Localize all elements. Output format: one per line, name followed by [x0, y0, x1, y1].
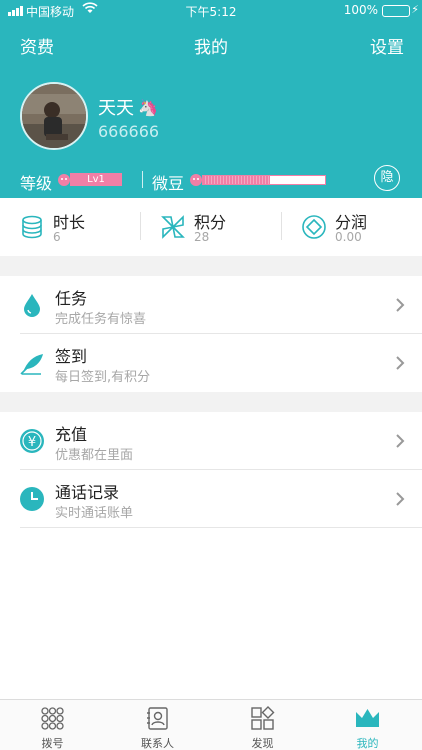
stat-divider — [281, 212, 282, 240]
bean-label: 微豆 — [152, 174, 185, 193]
stat-profit[interactable]: 分润 0.00 — [301, 198, 411, 256]
page-title: 我的 — [194, 38, 228, 58]
tariff-button[interactable]: 资费 — [20, 33, 54, 58]
drop-icon — [19, 292, 45, 318]
menu-item-title: 充值 — [55, 425, 88, 444]
tab-dial[interactable]: 拨号 — [0, 700, 105, 750]
tab-discover[interactable]: 发现 — [210, 700, 315, 750]
stats-row: 时长 6 积分 28 分润 0.00 — [0, 198, 422, 256]
stat-divider — [140, 212, 141, 240]
tab-label: 发现 — [251, 737, 274, 750]
tab-label: 我的 — [356, 737, 379, 750]
crown-icon — [355, 706, 380, 731]
unicorn-icon: 🦄 — [138, 97, 158, 117]
discover-icon — [250, 706, 275, 731]
battery-percent: 100% — [343, 3, 378, 17]
svg-text:¥: ¥ — [28, 435, 36, 450]
level-divider — [142, 171, 143, 188]
menu-item-recharge[interactable]: ¥ 充值 优惠都在里面 — [0, 412, 422, 470]
level-label: 等级 — [20, 174, 53, 193]
dialpad-icon — [40, 706, 65, 731]
menu-item-checkin[interactable]: 签到 每日签到,有积分 — [0, 334, 422, 392]
tab-label: 联系人 — [141, 737, 174, 750]
menu-divider — [20, 527, 422, 528]
menu-item-title: 通话记录 — [55, 483, 120, 502]
profile-header: 中国移动 下午5:12 100% ⚡ 资费 我的 设置 天天 🦄 666666 … — [0, 0, 422, 198]
clock-icon — [19, 486, 45, 512]
section-gap — [0, 256, 422, 276]
tab-bar: 拨号 联系人 发现 我的 — [0, 699, 422, 750]
avatar[interactable] — [20, 82, 88, 150]
tab-contacts[interactable]: 联系人 — [105, 700, 210, 750]
chevron-right-icon — [394, 297, 406, 313]
hide-button[interactable]: 隐 — [374, 165, 400, 191]
tab-label: 拨号 — [41, 737, 64, 750]
menu-item-title: 签到 — [55, 347, 88, 366]
diamond-coin-icon — [301, 214, 327, 240]
database-icon — [19, 214, 45, 240]
stat-duration[interactable]: 时长 6 — [19, 198, 129, 256]
pinwheel-icon — [160, 214, 186, 240]
bean-progress-bar — [202, 175, 326, 185]
stat-points-value: 28 — [194, 230, 210, 244]
level-badge: Lv1 — [70, 173, 122, 186]
menu-item-task[interactable]: 任务 完成任务有惊喜 — [0, 276, 422, 334]
section-gap — [0, 392, 422, 412]
menu-item-subtitle: 实时通话账单 — [55, 506, 134, 521]
menu-item-subtitle: 每日签到,有积分 — [55, 370, 151, 385]
level-badge-icon — [57, 172, 71, 186]
contacts-icon — [145, 706, 170, 731]
level-row: 等级 Lv1 微豆 隐 — [0, 165, 422, 193]
chevron-right-icon — [394, 355, 406, 371]
bean-badge-icon — [189, 172, 203, 186]
menu-item-title: 任务 — [55, 289, 88, 308]
tab-mine[interactable]: 我的 — [315, 700, 420, 750]
charging-icon: ⚡ — [411, 3, 419, 16]
feather-icon — [19, 350, 45, 376]
nav-bar: 资费 我的 设置 — [0, 30, 422, 60]
menu-item-subtitle: 完成任务有惊喜 — [55, 312, 147, 327]
menu-item-call-records[interactable]: 通话记录 实时通话账单 — [0, 470, 422, 528]
yen-icon: ¥ — [19, 428, 45, 454]
battery-icon — [382, 5, 410, 17]
status-bar: 中国移动 下午5:12 100% ⚡ — [0, 0, 422, 22]
menu-item-subtitle: 优惠都在里面 — [55, 448, 134, 463]
chevron-right-icon — [394, 491, 406, 507]
chevron-right-icon — [394, 433, 406, 449]
stat-profit-value: 0.00 — [335, 230, 362, 244]
stat-duration-value: 6 — [53, 230, 61, 244]
user-name-text: 天天 — [98, 98, 134, 119]
stat-points[interactable]: 积分 28 — [160, 198, 270, 256]
user-id: 666666 — [98, 122, 160, 141]
user-name: 天天 🦄 — [98, 94, 158, 120]
settings-button[interactable]: 设置 — [370, 33, 404, 58]
